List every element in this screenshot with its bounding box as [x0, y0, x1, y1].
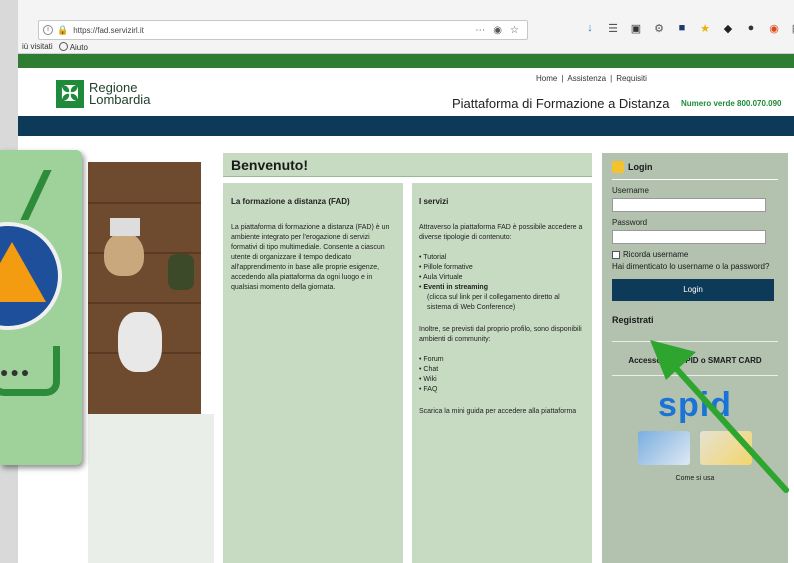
more-actions-icon[interactable]: ⋯ [475, 25, 485, 36]
link-requisiti[interactable]: Requisiti [616, 74, 647, 83]
sidebar-icon[interactable]: ▣ [630, 22, 642, 35]
list-item: Aula Virtuale [419, 273, 585, 283]
login-button[interactable]: Login [612, 279, 774, 301]
students-photo [88, 162, 201, 414]
left-column-panel [88, 414, 214, 563]
spid-access-link[interactable]: Accesso con SPID o SMART CARD [612, 356, 778, 376]
fad-column: La formazione a distanza (FAD) La piatta… [223, 183, 403, 563]
link-assistenza[interactable]: Assistenza [567, 74, 606, 83]
list-item: Wiki [419, 375, 585, 385]
forgot-link[interactable]: Hai dimenticato lo username o la passwor… [612, 262, 778, 271]
community-intro: Inoltre, se previsti dal proprio profilo… [419, 326, 582, 343]
site-header: ✠ Regione Lombardia Home | Assistenza | … [18, 68, 794, 116]
password-input[interactable] [612, 230, 766, 244]
lombardia-rose-icon: ✠ [56, 80, 84, 108]
decorative-shape [0, 170, 52, 220]
fad-title: La formazione a distanza (FAD) [231, 197, 350, 206]
cns-card-image[interactable] [638, 431, 690, 465]
globe-icon [58, 42, 68, 51]
lock-icon: 🔒 [57, 24, 69, 35]
servizi-list: Tutorial Pillole formative Aula Virtuale… [419, 253, 585, 313]
bookmarks-bar: iù visitati Aiuto [18, 42, 88, 52]
login-title: Login [628, 162, 653, 172]
web-page: ✠ Regione Lombardia Home | Assistenza | … [18, 54, 794, 563]
login-panel: Login Username Password Ricorda username… [602, 153, 788, 563]
decorative-dots: ●●● [0, 364, 32, 380]
remember-checkbox[interactable] [612, 250, 620, 259]
password-label: Password [612, 218, 648, 227]
username-label: Username [612, 186, 649, 195]
guide-link[interactable]: Scarica la mini guida per accedere alla … [419, 407, 585, 417]
remember-row: Ricorda username [612, 250, 778, 259]
spid-logo[interactable]: spid [612, 386, 778, 425]
servizi-title: I servizi [419, 197, 449, 206]
remember-label[interactable]: Ricorda username [623, 250, 688, 259]
bookmark-star-icon[interactable]: ☆ [510, 25, 519, 36]
page-content: Benvenuto! La formazione a distanza (FAD… [18, 136, 794, 563]
servizi-column: I servizi Attraverso la piattaforma FAD … [412, 183, 592, 563]
streaming-link[interactable]: (clicca sul link per il collegamento dir… [419, 293, 585, 313]
padlock-icon [612, 161, 624, 173]
smart-cards [612, 431, 778, 465]
community-list: Forum Chat Wiki FAQ [419, 355, 585, 395]
toolbar-icons: ↓ ☰ ▣ ⚙ ■ ★ ◆ ● ◉ ▤ [584, 22, 794, 35]
star-extension-icon[interactable]: ★ [699, 22, 711, 35]
welcome-heading: Benvenuto! [223, 153, 592, 177]
phone-number: Numero verde 800.070.090 [681, 99, 782, 108]
how-to-link[interactable]: Come si usa [612, 475, 778, 482]
list-item: Chat [419, 365, 585, 375]
link-home[interactable]: Home [536, 74, 557, 83]
browser-chrome: i 🔒 https://fad.servizirl.it ⋯ ◉ ☆ ↓ ☰ ▣… [18, 0, 794, 54]
bookmark-help[interactable]: Aiuto [58, 42, 88, 52]
protezione-civile-emblem [0, 222, 62, 330]
top-links: Home | Assistenza | Requisiti [536, 74, 647, 83]
download-icon[interactable]: ↓ [584, 22, 596, 35]
notification-extension-icon[interactable]: ◉ [768, 22, 780, 35]
list-item: Pillole formative [419, 263, 585, 273]
fad-body: La piattaforma di formazione a distanza … [231, 224, 390, 291]
url-text[interactable]: https://fad.servizirl.it [73, 26, 475, 35]
diamond-extension-icon[interactable]: ◆ [722, 22, 734, 35]
list-item-streaming: Eventi in streaming(clicca sul link per … [419, 283, 585, 313]
site-title: Piattaforma di Formazione a Distanza [452, 96, 670, 111]
register-link[interactable]: Registrati [612, 315, 778, 342]
info-icon[interactable]: i [43, 25, 53, 35]
extension-icon[interactable]: ⚙ [653, 22, 665, 35]
address-bar[interactable]: i 🔒 https://fad.servizirl.it ⋯ ◉ ☆ [38, 20, 528, 40]
bird-extension-icon[interactable]: ● [745, 22, 757, 35]
pocket-icon[interactable]: ◉ [493, 25, 502, 36]
crs-card-image[interactable] [700, 431, 752, 465]
bookmark-most-visited[interactable]: iù visitati [22, 42, 53, 52]
servizi-intro: Attraverso la piattaforma FAD è possibil… [419, 224, 583, 241]
list-item: Tutorial [419, 253, 585, 263]
username-input[interactable] [612, 198, 766, 212]
protezione-civile-overlay: ●●● [0, 150, 82, 465]
regione-lombardia-logo[interactable]: ✠ Regione Lombardia [56, 80, 150, 108]
list-item: FAQ [419, 385, 585, 395]
navy-nav-bar [18, 116, 794, 136]
shield-icon[interactable]: ■ [676, 22, 688, 35]
top-green-bar [18, 54, 794, 68]
library-icon[interactable]: ☰ [607, 22, 619, 35]
list-item: Forum [419, 355, 585, 365]
